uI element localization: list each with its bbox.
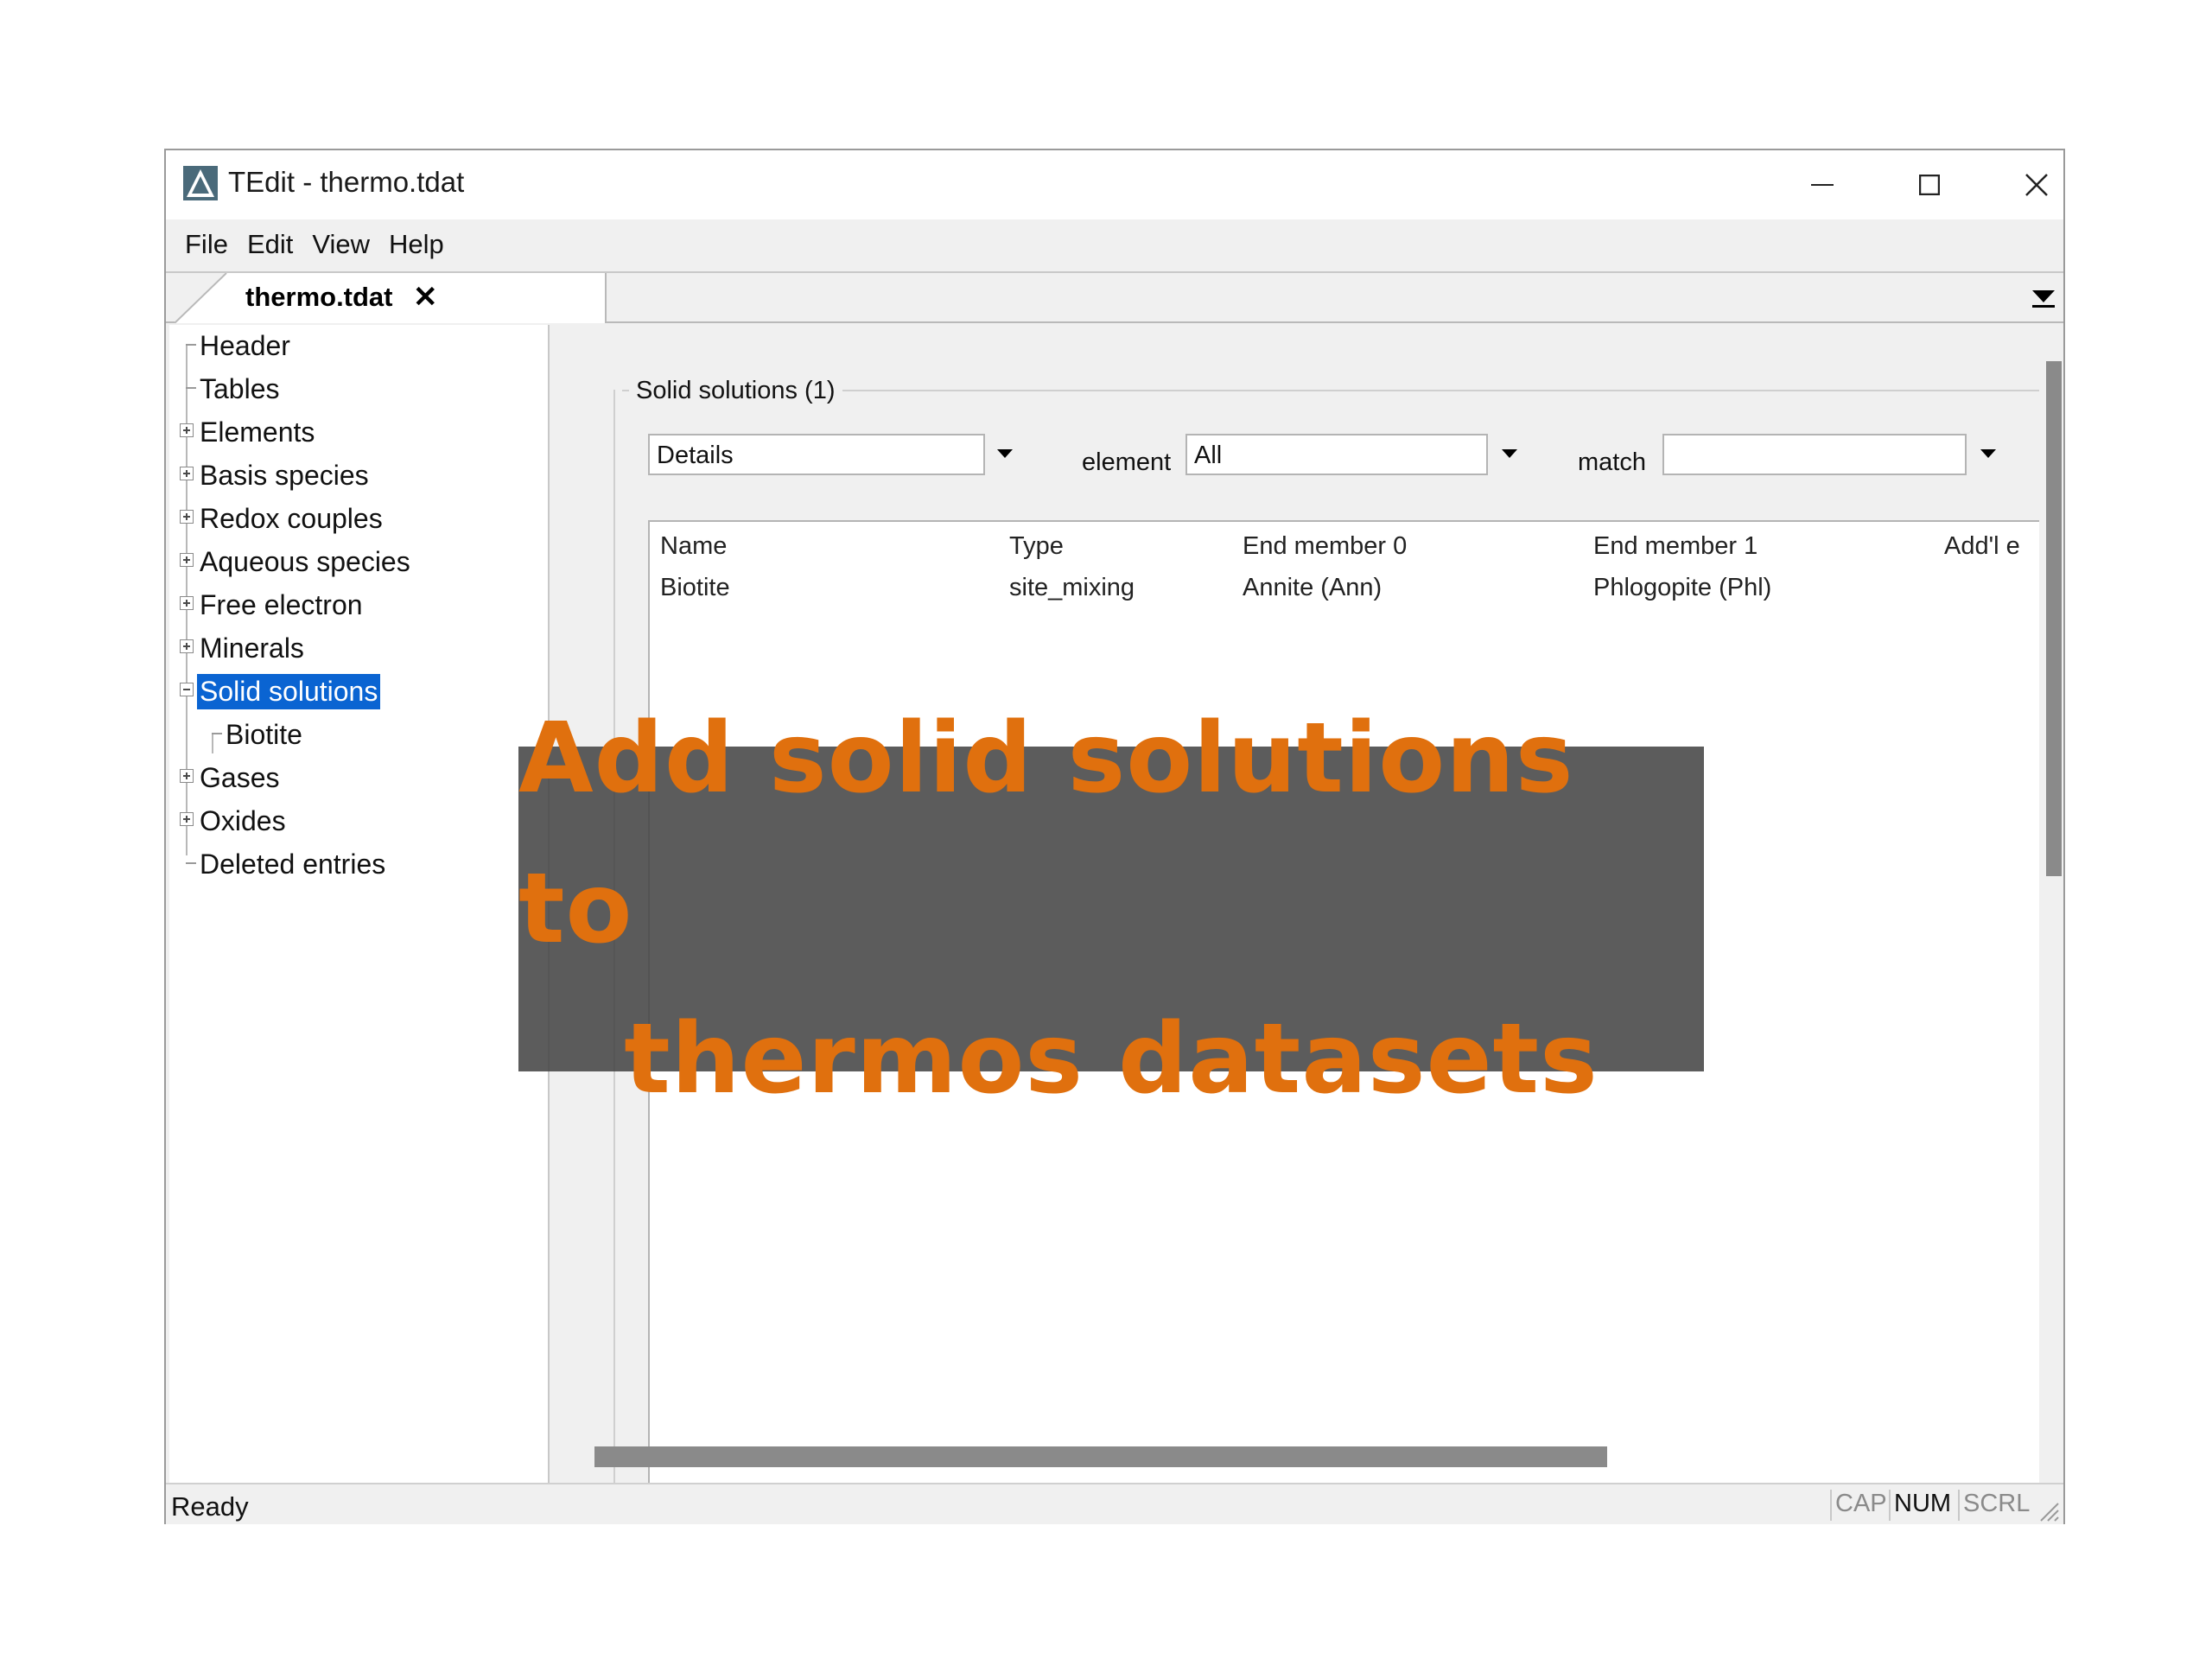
element-label: element <box>1082 448 1172 476</box>
menu-view[interactable]: View <box>312 229 370 260</box>
tab-list-dropdown-icon[interactable] <box>2031 287 2056 309</box>
view-mode-dropdown-icon[interactable] <box>997 449 1013 458</box>
tab-close-icon[interactable]: ✕ <box>413 280 438 315</box>
tree-item-free-electron[interactable]: Free electron <box>169 584 548 626</box>
view-mode-select[interactable]: Details <box>648 434 985 475</box>
tree-item-label: Basis species <box>200 460 369 491</box>
column-header-addl[interactable]: Add'l e <box>1944 532 2020 561</box>
promo-banner: Add solid solutions to thermos datasets <box>518 702 1704 1116</box>
tree-item-label: Redox couples <box>200 503 383 534</box>
expand-plus-icon[interactable] <box>180 467 194 480</box>
tree-item-biotite[interactable]: Biotite <box>169 714 548 755</box>
view-mode-value: Details <box>657 442 734 469</box>
tree-item-tables[interactable]: Tables <box>169 368 548 410</box>
app-icon <box>183 166 218 200</box>
tree-item-label: Deleted entries <box>200 849 386 880</box>
element-dropdown-icon[interactable] <box>1502 449 1517 458</box>
tree-item-minerals[interactable]: Minerals <box>169 627 548 669</box>
tree-item-aqueous-species[interactable]: Aqueous species <box>169 541 548 582</box>
table-cell-end-member-1[interactable]: Phlogopite (Phl) <box>1593 574 1771 602</box>
tab-slant <box>175 273 235 323</box>
column-header-end-member-1[interactable]: End member 1 <box>1593 532 1758 561</box>
tree-item-label: Aqueous species <box>200 546 410 577</box>
banner-line-1: Add solid solutions to <box>518 702 1574 965</box>
collapse-minus-icon[interactable] <box>180 683 194 696</box>
menu-file[interactable]: File <box>185 229 228 260</box>
tree-tick <box>212 733 222 734</box>
status-text: Ready <box>171 1491 249 1522</box>
vertical-scroll-thumb[interactable] <box>2046 361 2062 876</box>
column-header-name[interactable]: Name <box>660 532 727 561</box>
table-cell-name[interactable]: Biotite <box>660 574 730 602</box>
expand-plus-icon[interactable] <box>180 769 194 783</box>
match-dropdown-icon[interactable] <box>1980 449 1996 458</box>
tree-item-gases[interactable]: Gases <box>169 757 548 798</box>
expand-plus-icon[interactable] <box>180 553 194 567</box>
menu-edit[interactable]: Edit <box>247 229 293 260</box>
maximize-icon <box>1919 175 1940 195</box>
tree-item-label: Header <box>200 330 290 361</box>
tree-item-oxides[interactable]: Oxides <box>169 800 548 842</box>
element-value: All <box>1194 442 1223 469</box>
menu-help[interactable]: Help <box>389 229 444 260</box>
num-lock-indicator: NUM <box>1889 1490 1955 1521</box>
match-input[interactable] <box>1662 434 1967 475</box>
tree-item-label: Free electron <box>200 589 363 620</box>
expand-plus-icon[interactable] <box>180 596 194 610</box>
table-cell-type[interactable]: site_mixing <box>1009 574 1135 602</box>
tree-item-label: Tables <box>200 373 280 404</box>
column-header-end-member-0[interactable]: End member 0 <box>1243 532 1407 561</box>
tab-bar: thermo.tdat ✕ <box>166 271 2063 323</box>
element-select[interactable]: All <box>1185 434 1488 475</box>
tree-item-label-selected: Solid solutions <box>197 674 381 709</box>
scroll-lock-indicator: SCRL <box>1958 1490 2033 1521</box>
groupbox-title: Solid solutions (1) <box>629 377 842 405</box>
caps-lock-indicator: CAP <box>1830 1490 1891 1521</box>
tree-item-label: Elements <box>200 416 315 448</box>
tree-item-label: Oxides <box>200 805 286 836</box>
tree-item-elements[interactable]: Elements <box>169 411 548 453</box>
tab-thermo-tdat[interactable]: thermo.tdat ✕ <box>175 273 607 323</box>
tree-item-label: Minerals <box>200 632 304 664</box>
expand-plus-icon[interactable] <box>180 812 194 826</box>
tree-item-redox-couples[interactable]: Redox couples <box>169 498 548 539</box>
tree-item-deleted-entries[interactable]: Deleted entries <box>169 843 548 885</box>
tree-item-header[interactable]: Header <box>169 325 548 366</box>
minimize-icon <box>1811 184 1834 186</box>
close-icon <box>2025 174 2048 196</box>
tree-tick <box>186 387 196 389</box>
tab-label: thermo.tdat <box>245 282 393 312</box>
resize-grip-icon[interactable] <box>2034 1497 2060 1522</box>
tree-tick <box>186 862 196 864</box>
maximize-button[interactable] <box>1891 159 1968 211</box>
close-button[interactable] <box>1998 159 2075 211</box>
table-cell-end-member-0[interactable]: Annite (Ann) <box>1243 574 1382 602</box>
banner-line-2: thermos datasets <box>624 1003 1599 1116</box>
tree-item-basis-species[interactable]: Basis species <box>169 454 548 496</box>
tree-view: Header Tables Elements Basis species Red… <box>169 325 550 1483</box>
column-header-type[interactable]: Type <box>1009 532 1064 561</box>
tree-item-solid-solutions[interactable]: Solid solutions <box>169 671 548 712</box>
window-title: TEdit - thermo.tdat <box>228 166 465 198</box>
menu-bar: File Edit View Help <box>166 219 2063 270</box>
tree-item-label: Biotite <box>226 719 302 750</box>
minimize-button[interactable] <box>1783 159 1861 211</box>
tree-item-label: Gases <box>200 762 280 793</box>
title-bar: TEdit - thermo.tdat <box>166 150 2063 219</box>
expand-plus-icon[interactable] <box>180 423 194 437</box>
expand-plus-icon[interactable] <box>180 639 194 653</box>
match-label: match <box>1578 448 1646 476</box>
expand-plus-icon[interactable] <box>180 510 194 524</box>
status-bar: Ready CAP NUM SCRL <box>166 1483 2063 1524</box>
tree-tick <box>186 344 196 346</box>
horizontal-scroll-thumb[interactable] <box>594 1446 1607 1467</box>
